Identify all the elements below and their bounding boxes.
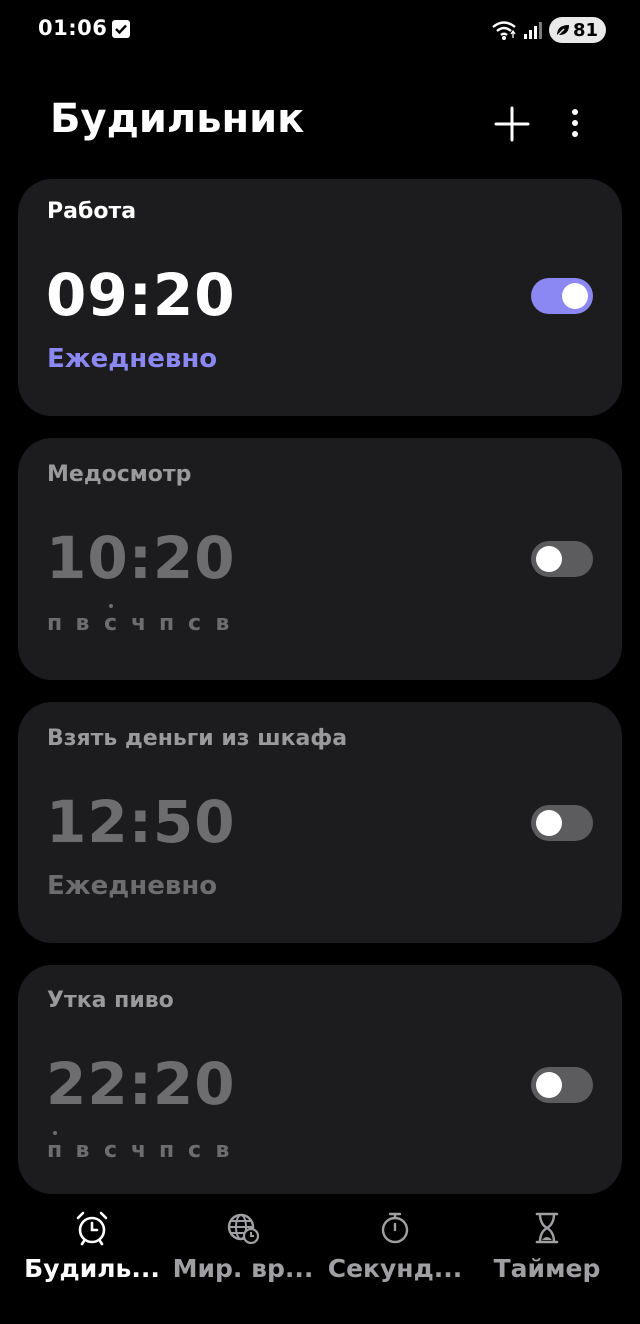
alarm-days: п в с ч п с в — [47, 604, 230, 636]
day-fri: п — [159, 1138, 175, 1163]
day-wed: с — [103, 604, 118, 636]
tab-label: Мир. вр... — [172, 1254, 314, 1283]
leaf-icon — [556, 25, 569, 37]
status-time: 01:06 — [38, 16, 108, 40]
toggle-knob — [536, 810, 562, 836]
day-fri: п — [159, 611, 175, 636]
alarm-label: Утка пиво — [47, 988, 174, 1013]
tab-label: Секунд... — [327, 1254, 463, 1283]
tab-timer[interactable]: Таймер — [467, 1200, 627, 1324]
alarm-card[interactable]: Взять деньги из шкафа 12:50 Ежедневно — [18, 702, 622, 943]
alarm-card[interactable]: Работа 09:20 Ежедневно — [18, 179, 622, 416]
tab-world-clock[interactable]: Мир. вр... — [163, 1200, 323, 1324]
alarm-toggle[interactable] — [531, 541, 593, 577]
plus-icon — [494, 106, 530, 142]
toggle-knob — [562, 283, 588, 309]
toggle-knob — [536, 546, 562, 572]
alarm-label: Работа — [47, 199, 137, 224]
alarm-time: 12:50 — [46, 788, 236, 856]
stopwatch-icon — [381, 1212, 409, 1244]
signal-icon — [523, 22, 542, 39]
day-mon: п — [47, 1131, 63, 1163]
alarm-card[interactable]: Утка пиво 22:20 п в с ч п с в — [18, 965, 622, 1194]
alarm-time: 10:20 — [46, 524, 236, 592]
more-options-button[interactable] — [560, 102, 590, 146]
day-sun: в — [215, 1138, 230, 1163]
day-thu: ч — [131, 611, 147, 636]
status-bar: 01:06 81 — [0, 0, 640, 60]
toggle-knob — [536, 1072, 562, 1098]
alarm-repeat: Ежедневно — [47, 344, 218, 374]
alarm-time: 22:20 — [46, 1050, 236, 1118]
add-alarm-button[interactable] — [490, 102, 534, 146]
tab-label: Будиль... — [24, 1254, 160, 1283]
alarm-card[interactable]: Медосмотр 10:20 п в с ч п с в — [18, 438, 622, 680]
day-tue: в — [75, 1138, 90, 1163]
battery-indicator: 81 — [548, 17, 606, 43]
world-clock-icon — [227, 1213, 260, 1245]
battery-level: 81 — [572, 19, 598, 41]
day-sun: в — [215, 611, 230, 636]
alarm-clock-icon — [76, 1211, 108, 1246]
page-title: Будильник — [50, 96, 305, 142]
tab-alarm[interactable]: Будиль... — [12, 1200, 172, 1324]
day-tue: в — [75, 611, 90, 636]
alarm-repeat: Ежедневно — [47, 871, 218, 901]
tab-label: Таймер — [493, 1254, 601, 1283]
status-icons: 81 — [491, 16, 606, 44]
tab-stopwatch[interactable]: Секунд... — [315, 1200, 475, 1324]
more-vertical-icon — [572, 109, 578, 137]
bottom-nav: Будиль... Мир. вр... Секунд... Таймер — [0, 1200, 640, 1324]
day-mon: п — [47, 611, 63, 636]
alarm-days: п в с ч п с в — [47, 1131, 230, 1163]
alarm-toggle[interactable] — [531, 278, 593, 314]
alarm-toggle[interactable] — [531, 1067, 593, 1103]
alarm-label: Медосмотр — [47, 462, 192, 487]
alarm-toggle[interactable] — [531, 805, 593, 841]
day-sat: с — [187, 611, 202, 636]
hourglass-icon — [535, 1212, 559, 1244]
day-wed: с — [103, 1138, 118, 1163]
alarm-label: Взять деньги из шкафа — [47, 726, 348, 751]
wifi-icon — [492, 21, 516, 40]
checkbox-notification-icon — [112, 20, 130, 38]
header: Будильник — [0, 90, 640, 160]
alarm-time: 09:20 — [46, 261, 236, 329]
day-sat: с — [187, 1138, 202, 1163]
day-thu: ч — [131, 1138, 147, 1163]
